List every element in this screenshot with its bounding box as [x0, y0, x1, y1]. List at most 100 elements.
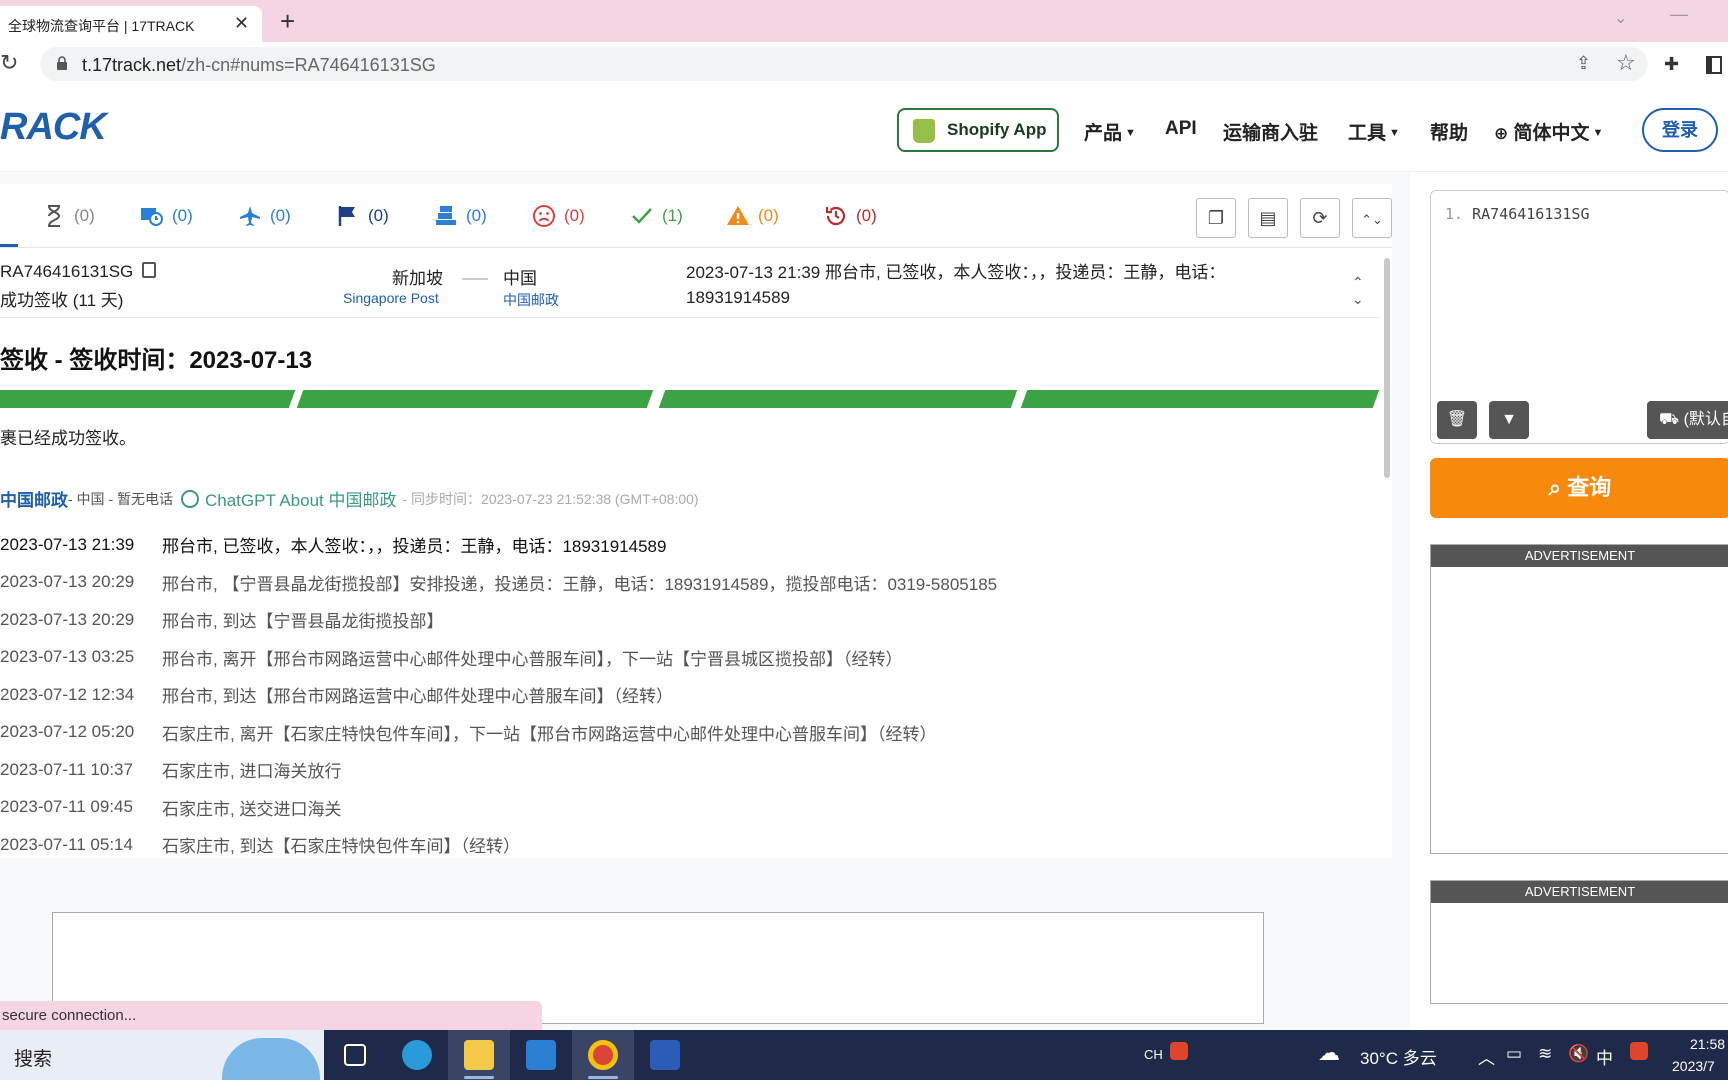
history-clock-icon: [825, 206, 846, 226]
reload-icon[interactable]: ↻: [0, 50, 18, 76]
share-icon[interactable]: ⇪: [1576, 53, 1591, 74]
results-scrollbar[interactable]: [1384, 258, 1392, 858]
site-header: RACK Shopify App 产品 ▼ API 运输商入驻 工具 ▼ 帮助 ⊕ …: [0, 88, 1728, 172]
ime-indicator[interactable]: CH: [1144, 1047, 1163, 1062]
mail-icon: [526, 1040, 556, 1070]
sad-face-icon: [533, 205, 555, 227]
event-description: 邢台市, 到达【邢台市网路运营中心邮件处理中心普服车间】（经转）: [162, 687, 673, 707]
minimize-icon[interactable]: —: [1670, 4, 1688, 25]
carrier-info-line: 中国邮政 - 中国 - 暂无电话 ChatGPT About 中国邮政 - 同步…: [0, 486, 699, 511]
flag-icon: [338, 206, 355, 226]
filter-button[interactable]: ▼: [1489, 401, 1529, 439]
extensions-puzzle-icon[interactable]: ✚: [1664, 54, 1679, 75]
weather-cloud-icon: ☁: [1318, 1040, 1340, 1065]
chatgpt-about-link[interactable]: ChatGPT About 中国邮政: [205, 486, 396, 511]
shopify-bag-icon: [913, 119, 935, 143]
taskbar-word[interactable]: [634, 1030, 696, 1080]
expand-chevron-icon[interactable]: ⌃ ⌄: [1352, 274, 1364, 308]
main-content: (0) (0) (0) (0) (0) (0) (1) (0) (0) ❐ ▤ …: [0, 172, 1410, 1030]
new-tab-button[interactable]: +: [280, 6, 295, 36]
tab-search-chevron-icon[interactable]: ⌄: [1614, 8, 1627, 28]
refresh-button[interactable]: ⟳: [1300, 198, 1340, 238]
clock-time[interactable]: 21:58: [1690, 1036, 1725, 1052]
tab-count: (0): [564, 206, 585, 225]
event-description: 邢台市, 【宁晋县晶龙街揽投部】安排投递，投递员：王静，电话：189319145…: [162, 574, 998, 594]
collapse-icon: ⌃⌄: [1361, 212, 1383, 227]
weather-text[interactable]: 30°C 多云: [1360, 1044, 1437, 1069]
event-description: 邢台市, 已签收，本人签收：，，投递员：王静，电话：18931914589: [162, 537, 667, 557]
tab-undelivered[interactable]: (0): [532, 204, 585, 228]
origin-country: 新加坡: [392, 269, 443, 288]
task-view-icon: [344, 1044, 366, 1066]
carrier-name-link[interactable]: 中国邮政: [0, 486, 68, 511]
scroll-thumb[interactable]: [1384, 258, 1390, 478]
browser-toolbar: ↻ t.17track.net/zh-cn#nums=RA746416131SG…: [0, 42, 1728, 88]
event-time: 2023-07-13 20:29: [0, 609, 135, 629]
nav-products-label: 产品: [1084, 123, 1123, 144]
nav-carrier-join[interactable]: 运输商入驻: [1223, 118, 1318, 145]
delivered-note: 裹已经成功签收。: [0, 429, 136, 448]
collapse-all-button[interactable]: ⌃⌄: [1352, 198, 1392, 238]
destination-carrier-link[interactable]: 中国邮政: [503, 290, 559, 310]
nav-tools[interactable]: 工具 ▼: [1348, 118, 1400, 145]
tab-out-for-delivery[interactable]: (0): [434, 204, 487, 228]
battery-icon[interactable]: ▭: [1506, 1044, 1522, 1064]
caret-down-icon: ▼: [1389, 127, 1400, 139]
tab-alert[interactable]: (0): [726, 204, 779, 228]
tab-pick-up[interactable]: (0): [336, 204, 389, 228]
login-button[interactable]: 登录: [1642, 108, 1718, 152]
nav-language[interactable]: ⊕ 简体中文 ▼: [1494, 118, 1603, 145]
tab-info-received[interactable]: (0): [140, 204, 193, 228]
taskbar-chrome[interactable]: [572, 1030, 634, 1080]
nav-help[interactable]: 帮助: [1430, 118, 1468, 145]
route-arrow-icon: [462, 278, 488, 280]
clear-button[interactable]: 🗑: [1437, 401, 1477, 439]
status-filter-tabs: (0) (0) (0) (0) (0) (0) (1) (0) (0) ❐ ▤ …: [0, 184, 1392, 248]
clock-date[interactable]: 2023/7: [1672, 1058, 1715, 1074]
sogou-ime-icon[interactable]: [1170, 1042, 1188, 1060]
wifi-icon[interactable]: ≋: [1538, 1044, 1552, 1064]
ime-zh[interactable]: 中: [1596, 1044, 1613, 1069]
sogou-tray-icon[interactable]: [1630, 1042, 1648, 1060]
browser-tab[interactable]: 全球物流查询平台 | 17TRACK ✕: [0, 6, 262, 42]
side-panel-icon[interactable]: [1706, 56, 1722, 74]
track-search-button[interactable]: ⌕ 查询: [1430, 458, 1728, 518]
tab-expired[interactable]: (0): [824, 204, 877, 228]
tab-in-transit[interactable]: (0): [238, 204, 291, 228]
event-time: 2023-07-12 05:20: [0, 722, 135, 742]
nav-api[interactable]: API: [1165, 118, 1197, 140]
nav-products[interactable]: 产品 ▼: [1084, 118, 1136, 145]
site-logo[interactable]: RACK: [0, 106, 107, 149]
carrier-select[interactable]: ⛟ (默认自: [1647, 401, 1728, 439]
tab-delivered[interactable]: (1): [630, 204, 683, 228]
event-time: 2023-07-11 10:37: [0, 759, 133, 779]
chatgpt-icon: [181, 489, 199, 508]
origin-carrier-link[interactable]: Singapore Post: [343, 290, 439, 306]
tray-overflow-chevron-icon[interactable]: ︿: [1478, 1044, 1495, 1069]
copy-details-button[interactable]: ▤: [1248, 198, 1288, 238]
tracking-event: 2023-07-13 03:25 邢台市, 离开【邢台市网路运营中心邮件处理中心普…: [0, 639, 1380, 677]
nav-language-label: 简体中文: [1513, 123, 1590, 144]
taskbar-search-box[interactable]: 搜索: [0, 1030, 324, 1080]
parcel-stack-icon: [436, 206, 456, 225]
taskbar-file-explorer[interactable]: [448, 1030, 510, 1080]
progress-segment: [0, 390, 296, 408]
shopify-app-button[interactable]: Shopify App: [897, 108, 1059, 152]
tab-close-icon[interactable]: ✕: [234, 13, 249, 34]
tab-not-found[interactable]: (0): [42, 204, 95, 228]
copy-number-icon[interactable]: [142, 262, 156, 278]
tracking-event: 2023-07-13 20:29 邢台市, 【宁晋县晶龙街揽投部】安排投递，投递员…: [0, 564, 1380, 602]
shipment-summary-row[interactable]: RA746416131SG 成功签收 (11 天) 新加坡 Singapore …: [0, 248, 1380, 318]
event-description: 邢台市, 离开【邢台市网路运营中心邮件处理中心普服车间】，下一站【宁晋县城区揽投…: [162, 649, 903, 669]
volume-muted-icon[interactable]: 🔇: [1568, 1044, 1589, 1064]
task-view-button[interactable]: [324, 1030, 386, 1080]
taskbar-mail[interactable]: [510, 1030, 572, 1080]
tracking-number-textarea[interactable]: 1. RA746416131SG 🗑 ▼ ⛟ (默认自: [1430, 190, 1728, 444]
delivered-title: 签收 - 签收时间：2023-07-13: [0, 347, 313, 374]
taskbar-edge[interactable]: [386, 1030, 448, 1080]
event-description: 邢台市, 到达【宁晋县晶龙街揽投部】: [162, 612, 444, 632]
bookmark-star-icon[interactable]: ☆: [1616, 50, 1636, 76]
address-bar[interactable]: t.17track.net/zh-cn#nums=RA746416131SG ⇪…: [40, 47, 1648, 81]
event-description: 石家庄市, 送交进口海关: [162, 799, 342, 819]
copy-button[interactable]: ❐: [1196, 198, 1236, 238]
